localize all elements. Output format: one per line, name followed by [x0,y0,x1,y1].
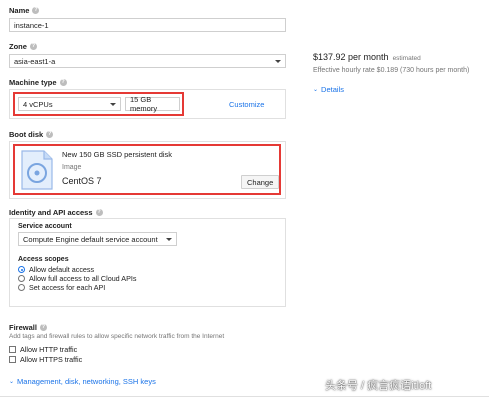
checkbox-label: Allow HTTP traffic [20,344,78,354]
name-input[interactable]: instance-1 [9,18,286,32]
scope-label: Allow default access [29,265,95,274]
help-icon[interactable]: ? [29,43,37,50]
watermark: 头条号 / 疯言疯语itloft [325,380,432,392]
chevron-down-icon: ⌄ [313,87,319,93]
cpu-select[interactable]: 4 vCPUs [18,97,121,111]
scope-label: Set access for each API [29,283,106,292]
service-account-value: Compute Engine default service account [23,234,158,244]
service-account-label: Service account [18,223,72,230]
chevron-down-icon [166,237,172,241]
boot-disk-title: New 150 GB SSD persistent disk [62,150,173,159]
change-button[interactable]: Change [241,175,280,189]
checkbox-icon [9,355,16,363]
management-link-label: Management, disk, networking, SSH keys [17,377,156,386]
service-account-select[interactable]: Compute Engine default service account [18,232,177,246]
scope-label: Allow full access to all Cloud APIs [29,274,137,283]
help-icon[interactable]: ? [95,209,103,216]
management-expander[interactable]: ⌄ Management, disk, networking, SSH keys [9,377,156,386]
scope-option-each[interactable]: Set access for each API [18,283,136,292]
boot-disk-image-label: Image [62,164,82,171]
cpu-value: 4 vCPUs [23,99,53,109]
pricing-summary: $137.92 per month estimated [313,52,421,62]
allow-https-checkbox[interactable]: Allow HTTPS traffic [9,354,82,364]
chevron-down-icon [275,59,281,63]
help-icon[interactable]: ? [39,324,47,331]
scope-option-default[interactable]: Allow default access [18,265,136,274]
zone-label: Zone? [9,42,37,51]
hourly-rate: Effective hourly rate $0.189 (730 hours … [313,67,470,74]
allow-http-checkbox[interactable]: Allow HTTP traffic [9,344,82,354]
name-value: instance-1 [14,20,49,30]
help-icon[interactable]: ? [59,79,67,86]
radio-icon [18,275,25,282]
radio-icon [18,284,25,291]
help-icon[interactable]: ? [32,7,40,14]
firewall-label: Firewall? [9,323,47,332]
machine-type-label: Machine type? [9,78,67,87]
checkbox-icon [9,345,16,353]
zone-select[interactable]: asia-east1-a [9,54,286,68]
checkbox-label: Allow HTTPS traffic [20,354,83,364]
boot-disk-label: Boot disk? [9,130,54,139]
estimated-tag: estimated [392,55,421,62]
memory-field[interactable]: 15 GB memory [125,95,180,113]
scope-option-full[interactable]: Allow full access to all Cloud APIs [18,274,136,283]
access-scopes-group: Allow default access Allow full access t… [18,265,136,292]
firewall-description: Add tags and firewall rules to allow spe… [9,333,225,340]
disk-icon [20,149,54,191]
zone-value: asia-east1-a [14,56,56,66]
identity-label: Identity and API access? [9,208,103,217]
help-icon[interactable]: ? [46,131,54,138]
bottom-divider [0,396,489,397]
details-label: Details [321,85,344,94]
name-label: Name? [9,6,40,15]
firewall-options: Allow HTTP traffic Allow HTTPS traffic [9,344,82,364]
access-scopes-label: Access scopes [18,256,69,263]
chevron-down-icon [110,102,116,106]
radio-selected-icon [18,266,25,273]
details-link[interactable]: ⌄ Details [313,85,344,94]
monthly-price: $137.92 per month [313,52,389,62]
chevron-down-icon: ⌄ [9,379,15,385]
customize-link[interactable]: Customize [229,100,264,109]
boot-disk-image: CentOS 7 [62,176,102,186]
memory-value: 15 GB memory [130,95,158,113]
